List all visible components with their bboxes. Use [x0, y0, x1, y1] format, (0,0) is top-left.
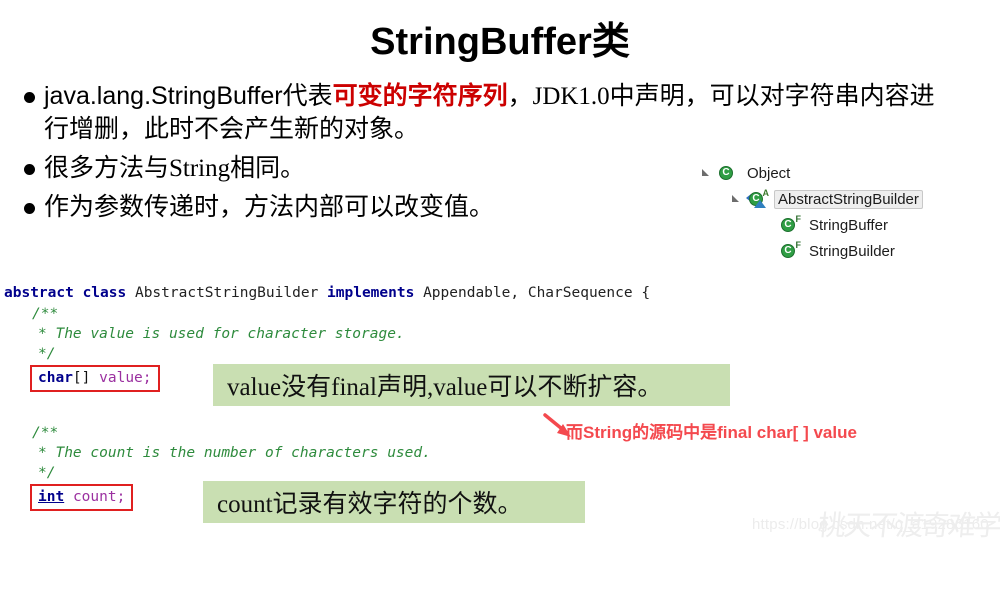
red-box-count: int count; — [30, 484, 134, 511]
bullet-dot-icon — [24, 203, 35, 214]
source-code-block: abstract class AbstractStringBuilder imp… — [4, 283, 650, 603]
abstract-badge-icon: A — [762, 188, 770, 198]
red-box-value: char[] value; — [30, 365, 160, 392]
type-hierarchy-tree: C Object C A AbstractStringBuilder C F S… — [700, 160, 1000, 264]
bullet-text: java.lang.StringBuffer代表可变的字符序列，JDK1.0中声… — [44, 80, 954, 146]
expand-triangle-icon[interactable] — [730, 192, 744, 206]
keyword-implements: implements — [327, 285, 415, 301]
keyword-class: class — [82, 285, 127, 301]
field-name-count: count — [72, 489, 117, 505]
keyword-int: int — [38, 489, 65, 505]
tree-item-label: StringBuffer — [809, 216, 888, 234]
field-name-value: value — [99, 370, 143, 386]
final-badge-icon: F — [795, 214, 802, 224]
bullet-text: 很多方法与String相同。 — [44, 155, 306, 182]
keyword-char: char — [38, 370, 73, 386]
field-declaration-count: int count; — [30, 484, 134, 511]
tree-item-object[interactable]: C Object — [700, 160, 1000, 186]
final-badge-icon: F — [795, 240, 802, 250]
tree-item-stringbuilder[interactable]: C F StringBuilder — [700, 238, 1000, 264]
javadoc-open-2: /** — [32, 425, 59, 441]
tree-item-stringbuffer[interactable]: C F StringBuffer — [700, 212, 1000, 238]
javadoc-body-2: * The count is the number of characters … — [38, 445, 431, 461]
keyword-abstract: abstract — [4, 285, 74, 301]
semicolon: ; — [142, 370, 152, 386]
bullet-1-pre: java.lang.StringBuffer代表 — [44, 82, 333, 110]
expand-triangle-icon[interactable] — [700, 166, 714, 180]
bullet-text: 作为参数传递时，方法内部可以改变值。 — [44, 194, 495, 221]
bullet-dot-icon — [24, 92, 35, 103]
page-title: StringBuffer类 — [370, 21, 630, 63]
javadoc-close-1: */ — [38, 346, 56, 362]
tree-item-label: AbstractStringBuilder — [774, 189, 923, 209]
bullet-1-highlight: 可变的字符序列 — [332, 82, 508, 110]
list-item: java.lang.StringBuffer代表可变的字符序列，JDK1.0中声… — [24, 80, 974, 146]
javadoc-body-1: * The value is used for character storag… — [38, 326, 405, 342]
tree-item-label: StringBuilder — [809, 242, 895, 260]
class-icon: C F — [780, 214, 802, 234]
watermark-seal: 桃天不渡奇难学的 — [816, 511, 1000, 542]
tree-item-abstractstringbuilder[interactable]: C A AbstractStringBuilder — [700, 186, 1000, 212]
javadoc-close-2: */ — [38, 465, 56, 481]
array-brackets: [] — [72, 370, 91, 386]
semicolon: ; — [116, 489, 126, 505]
type-name-abstractstringbuilder: AbstractStringBuilder — [134, 285, 319, 301]
class-icon: C F — [780, 240, 802, 260]
field-declaration-value: char[] value; — [30, 365, 160, 392]
bullet-dot-icon — [24, 164, 35, 175]
implemented-interfaces: Appendable, CharSequence { — [423, 285, 651, 301]
annotation-string-final-note: 而String的源码中是final char[ ] value — [566, 423, 857, 442]
class-icon: C — [718, 164, 738, 182]
tree-item-label: Object — [747, 164, 791, 182]
javadoc-open-1: /** — [32, 306, 59, 322]
callout-value-note: value没有final声明,value可以不断扩容。 — [213, 364, 730, 406]
callout-count-note: count记录有效字符的个数。 — [203, 481, 585, 523]
abstract-class-icon: C A — [746, 188, 770, 208]
code-line-class-declaration: abstract class AbstractStringBuilder imp… — [4, 283, 650, 303]
